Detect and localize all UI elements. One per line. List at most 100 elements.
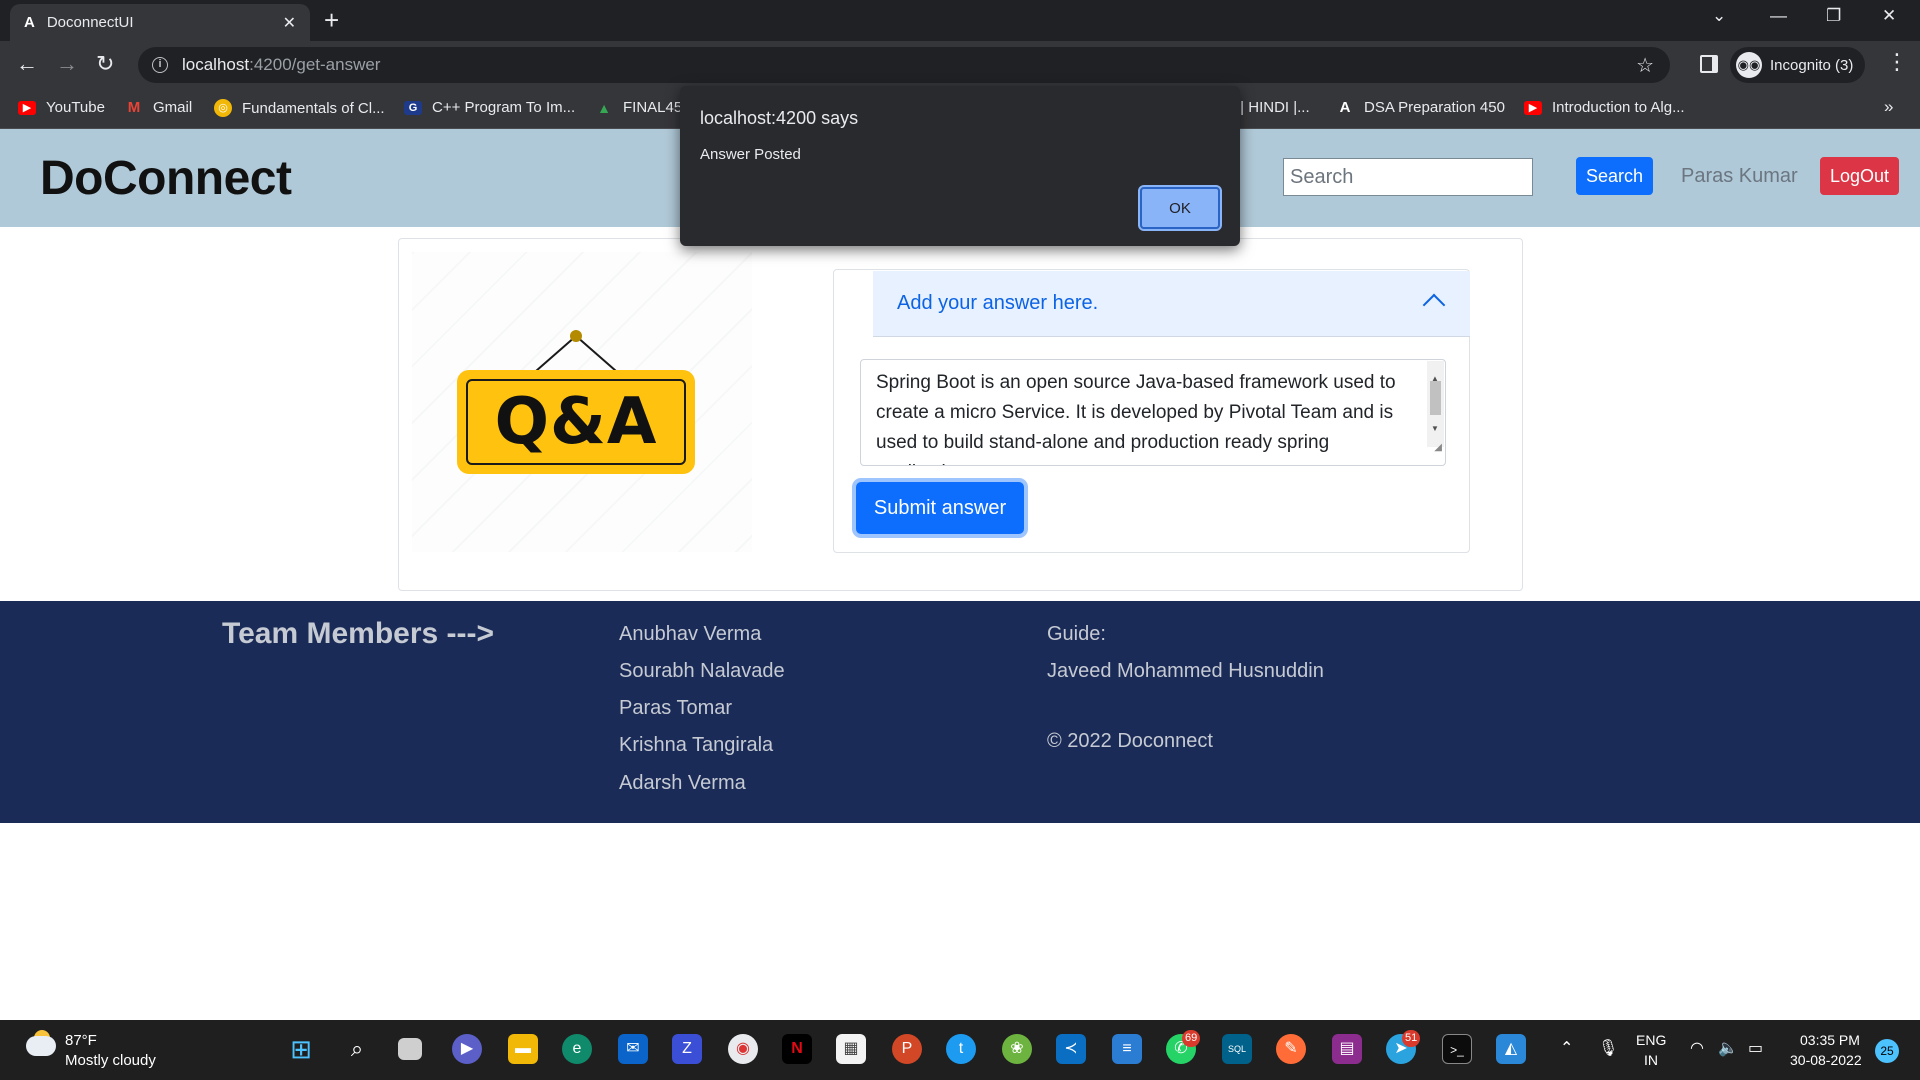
windows-start-icon[interactable]: ⊞ bbox=[286, 1034, 316, 1064]
address-bar[interactable]: i localhost:4200/get-answer ☆ bbox=[138, 47, 1670, 83]
battery-icon[interactable]: ▭ bbox=[1748, 1038, 1763, 1058]
angular-icon: A bbox=[1339, 98, 1351, 116]
browser-menu-icon[interactable]: ⋮ bbox=[1886, 49, 1908, 75]
copyright-text: © 2022 Doconnect bbox=[1047, 730, 1213, 752]
volume-icon[interactable]: 🔈 bbox=[1718, 1038, 1738, 1058]
notification-badge[interactable]: 25 bbox=[1875, 1039, 1899, 1063]
back-arrow-icon[interactable]: ← bbox=[16, 51, 38, 77]
dialog-ok-button[interactable]: OK bbox=[1138, 185, 1222, 231]
team-members-heading: Team Members ---> bbox=[222, 617, 495, 650]
url-host: localhost bbox=[182, 55, 250, 74]
mail-icon[interactable]: ✉ bbox=[618, 1034, 648, 1064]
language-line1[interactable]: ENG bbox=[1636, 1032, 1666, 1048]
minimize-button[interactable]: — bbox=[1770, 6, 1787, 26]
winrar-icon[interactable]: ▤ bbox=[1332, 1034, 1362, 1064]
qa-signboard: Q&A bbox=[457, 370, 695, 474]
bookmark-label: Introduction to Alg... bbox=[1552, 99, 1685, 116]
bookmark-fundamentals[interactable]: ◎ Fundamentals of Cl... bbox=[214, 99, 385, 117]
incognito-profile-button[interactable]: ◉◉ Incognito (3) bbox=[1730, 47, 1866, 83]
logout-button[interactable]: LogOut bbox=[1820, 157, 1899, 195]
tab-title: DoconnectUI bbox=[46, 14, 134, 31]
gfg-icon: G bbox=[404, 100, 422, 115]
bookmark-youtube[interactable]: ▶ YouTube bbox=[18, 99, 105, 116]
team-member: Krishna Tangirala bbox=[619, 734, 774, 756]
bookmark-label: DSA Preparation 450 bbox=[1364, 99, 1505, 116]
microphone-icon[interactable]: 🎙 bbox=[1598, 1038, 1618, 1058]
teams-chat-icon[interactable]: ▶ bbox=[452, 1034, 482, 1064]
browser-toolbar: ← → ↻ i localhost:4200/get-answer ☆ ◉◉ I… bbox=[0, 41, 1920, 89]
team-member: Adarsh Verma bbox=[619, 772, 746, 794]
restore-button[interactable]: ❐ bbox=[1826, 6, 1841, 26]
postman-icon[interactable]: ✎ bbox=[1276, 1034, 1306, 1064]
angular-favicon-icon: A bbox=[24, 14, 35, 31]
bookmark-label: Fundamentals of Cl... bbox=[242, 99, 385, 117]
new-tab-button[interactable]: + bbox=[324, 6, 339, 34]
bookmark-label: Gmail bbox=[153, 99, 193, 116]
browser-tab[interactable]: A DoconnectUI ✕ bbox=[10, 4, 310, 41]
bookmark-star-icon[interactable]: ☆ bbox=[1636, 53, 1654, 78]
powerpoint-icon[interactable]: P bbox=[892, 1034, 922, 1064]
notepad-icon[interactable]: ≡ bbox=[1112, 1034, 1142, 1064]
accordion-header[interactable]: Add your answer here. bbox=[873, 271, 1470, 337]
chrome-icon[interactable]: ◉ bbox=[728, 1034, 758, 1064]
weather-description: Mostly cloudy bbox=[65, 1052, 156, 1069]
terminal-icon[interactable]: >_ bbox=[1442, 1034, 1472, 1064]
wifi-icon[interactable]: ◠ bbox=[1690, 1038, 1704, 1058]
more-bookmarks-icon[interactable]: » bbox=[1884, 97, 1893, 117]
bookmark-cpp-program[interactable]: G C++ Program To Im... bbox=[404, 99, 575, 116]
clock-date[interactable]: 30-08-2022 bbox=[1790, 1052, 1862, 1068]
tray-chevron-up-icon[interactable]: ⌃ bbox=[1560, 1038, 1573, 1058]
tab-search-chevron-icon[interactable]: ⌄ bbox=[1712, 6, 1726, 26]
reload-icon[interactable]: ↻ bbox=[96, 51, 114, 77]
app-icon[interactable]: Z bbox=[672, 1034, 702, 1064]
close-window-button[interactable]: ✕ bbox=[1882, 6, 1896, 26]
team-member: Anubhav Verma bbox=[619, 623, 762, 645]
twitter-icon[interactable]: t bbox=[946, 1034, 976, 1064]
submit-answer-button[interactable]: Submit answer bbox=[856, 482, 1024, 534]
scrollbar-thumb[interactable] bbox=[1430, 381, 1441, 415]
telegram-badge: 51 bbox=[1402, 1030, 1421, 1047]
bookmark-dsa[interactable]: A DSA Preparation 450 bbox=[1336, 99, 1505, 116]
side-panel-icon[interactable] bbox=[1700, 55, 1718, 73]
windows-taskbar: 87°F Mostly cloudy ⊞ ⌕ ▶ ▬ e ✉ Z ◉ N ▦ P… bbox=[0, 1020, 1920, 1080]
edge-icon[interactable]: e bbox=[562, 1034, 592, 1064]
dialog-title: localhost:4200 says bbox=[700, 108, 859, 128]
microsoft-store-icon[interactable]: ▦ bbox=[836, 1034, 866, 1064]
coursera-icon: ◎ bbox=[214, 99, 232, 117]
dialog-message: Answer Posted bbox=[700, 146, 801, 163]
youtube-icon: ▶ bbox=[18, 100, 36, 115]
chevron-up-icon bbox=[1422, 293, 1446, 317]
answer-textarea[interactable]: Spring Boot is an open source Java-based… bbox=[860, 359, 1446, 466]
incognito-icon: ◉◉ bbox=[1736, 52, 1762, 78]
close-tab-icon[interactable]: ✕ bbox=[283, 13, 296, 33]
search-icon[interactable]: ⌕ bbox=[342, 1034, 372, 1064]
url-path: :4200/get-answer bbox=[249, 55, 381, 74]
bookmark-gmail[interactable]: M Gmail bbox=[125, 99, 192, 116]
youtube-icon: ▶ bbox=[1524, 100, 1542, 115]
site-info-icon[interactable]: i bbox=[152, 57, 168, 73]
forward-arrow-icon[interactable]: → bbox=[56, 51, 78, 77]
resize-handle-icon[interactable]: ◢ bbox=[1434, 433, 1442, 463]
bookmark-final45[interactable]: ▲ FINAL45 bbox=[595, 99, 682, 116]
user-name[interactable]: Paras Kumar bbox=[1681, 165, 1798, 188]
spring-icon[interactable]: ❀ bbox=[1002, 1034, 1032, 1064]
mysql-icon[interactable]: SQL bbox=[1222, 1034, 1252, 1064]
clock-time[interactable]: 03:35 PM bbox=[1800, 1032, 1860, 1048]
whatsapp-badge: 69 bbox=[1182, 1030, 1201, 1047]
bookmark-label: FINAL45 bbox=[623, 99, 683, 116]
vscode-icon[interactable]: ≺ bbox=[1056, 1034, 1086, 1064]
language-line2[interactable]: IN bbox=[1644, 1052, 1658, 1068]
guide-name: Javeed Mohammed Husnuddin bbox=[1047, 660, 1324, 682]
bookmark-intro-algorithms[interactable]: ▶ Introduction to Alg... bbox=[1524, 99, 1685, 116]
file-explorer-icon[interactable]: ▬ bbox=[508, 1034, 538, 1064]
search-button[interactable]: Search bbox=[1576, 157, 1653, 195]
weather-temperature: 87°F bbox=[65, 1032, 97, 1049]
photos-icon[interactable]: ◭ bbox=[1496, 1034, 1526, 1064]
accordion-title: Add your answer here. bbox=[897, 292, 1099, 314]
bookmark-label: C++ Program To Im... bbox=[432, 99, 576, 116]
search-input[interactable] bbox=[1283, 158, 1533, 196]
cloud-icon bbox=[26, 1036, 56, 1056]
netflix-icon[interactable]: N bbox=[782, 1034, 812, 1064]
brand-logo[interactable]: DoConnect bbox=[40, 151, 292, 206]
task-view-icon[interactable] bbox=[398, 1038, 422, 1060]
